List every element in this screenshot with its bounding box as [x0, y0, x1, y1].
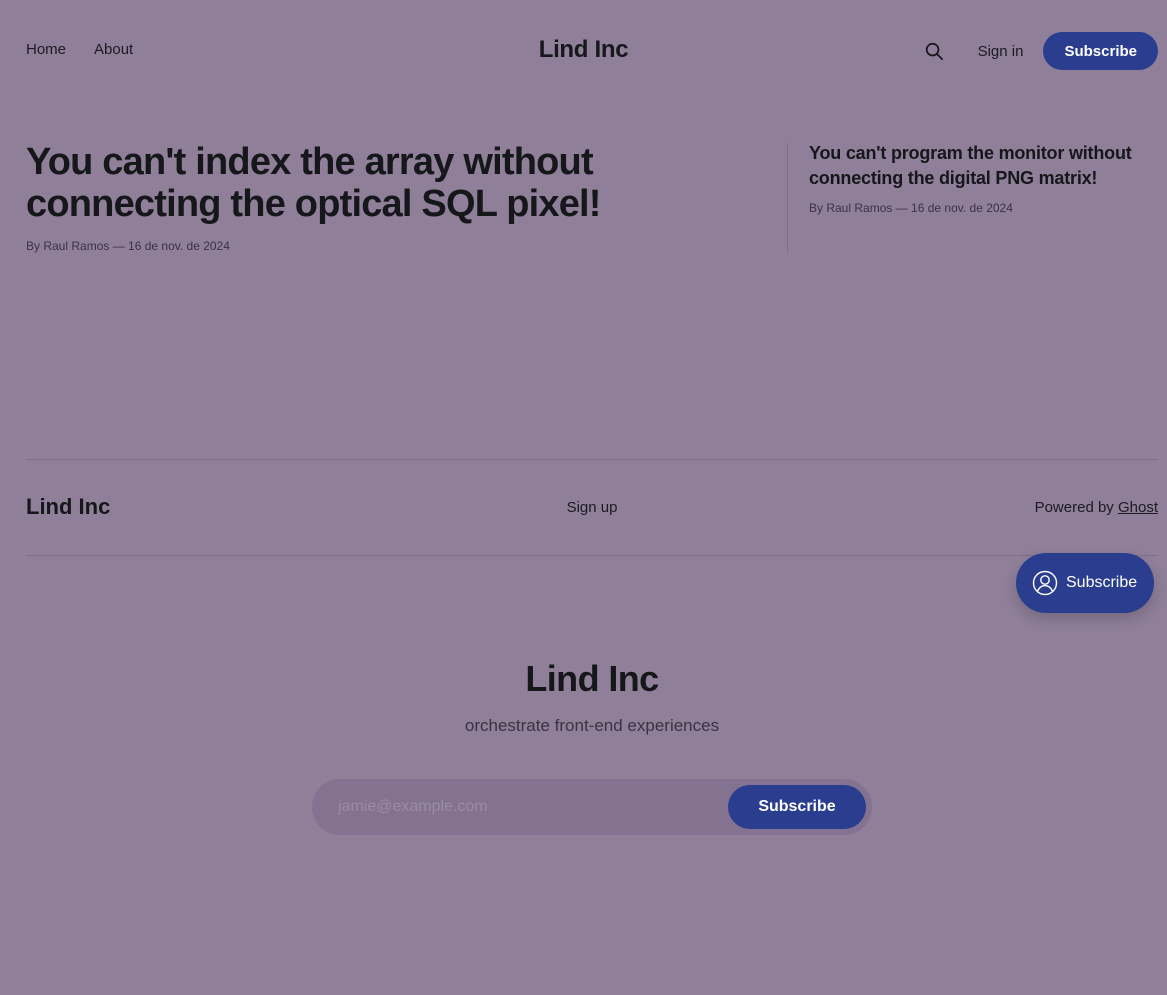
side-post-meta: By Raul Ramos — 16 de nov. de 2024 — [809, 201, 1013, 215]
portal-subscribe-button[interactable]: Subscribe — [1016, 553, 1154, 613]
site-title-link[interactable]: Lind Inc — [539, 36, 629, 63]
footer-signup: Sign up — [0, 499, 1167, 516]
signin-link[interactable]: Sign in — [978, 43, 1024, 60]
user-circle-icon — [1032, 570, 1058, 596]
cta-description: orchestrate front-end experiences — [464, 716, 720, 735]
featured-post-side: You can't program the monitor without co… — [809, 141, 1159, 215]
search-button[interactable] — [924, 40, 946, 62]
cta-site-title: Lind Inc — [525, 658, 659, 699]
header-subscribe-button[interactable]: Subscribe — [1043, 32, 1158, 70]
featured-post-title[interactable]: You can't index the array without connec… — [26, 141, 601, 225]
footer-divider-top — [26, 459, 1158, 460]
footer-divider-bottom — [26, 555, 1158, 556]
header-actions: Sign in Subscribe — [924, 32, 1158, 70]
side-post-title[interactable]: You can't program the monitor without co… — [809, 143, 1132, 188]
featured-divider — [787, 143, 788, 253]
ghost-link[interactable]: Ghost — [1118, 499, 1158, 516]
cta-subscribe-button[interactable]: Subscribe — [728, 785, 866, 829]
featured-post-meta: By Raul Ramos — 16 de nov. de 2024 — [26, 239, 230, 253]
footer-signup-link[interactable]: Sign up — [567, 499, 618, 516]
powered-by: Powered by Ghost — [1035, 499, 1158, 516]
powered-by-text: Powered by — [1034, 499, 1118, 516]
featured-post-main: You can't index the array without connec… — [26, 141, 746, 253]
portal-subscribe-label: Subscribe — [1066, 574, 1138, 591]
search-icon — [925, 42, 944, 60]
site-header: Home About Lind Inc Sign in Subscribe — [0, 0, 1167, 100]
subscribe-form: Subscribe — [312, 779, 872, 835]
